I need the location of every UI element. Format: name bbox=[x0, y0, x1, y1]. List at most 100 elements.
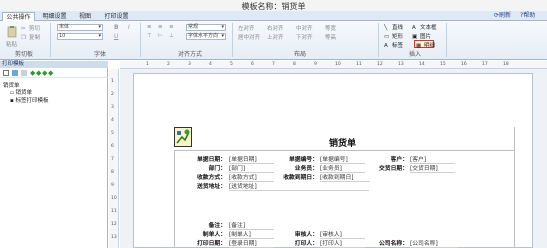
layout-item[interactable]: 等高 bbox=[325, 33, 336, 41]
layout-item[interactable]: 上对齐 bbox=[267, 33, 284, 41]
scissors-icon: ✂ bbox=[21, 25, 26, 32]
cut-button[interactable]: ✂ 剪切 bbox=[21, 24, 40, 33]
separator bbox=[378, 23, 379, 57]
image-icon: ▣ bbox=[412, 33, 418, 40]
font-size-select[interactable]: 10 ▾ bbox=[57, 33, 103, 40]
ruler-tick: 1 bbox=[111, 79, 114, 84]
paste-label: 粘贴 bbox=[6, 42, 18, 48]
ruler-tick: 3 bbox=[111, 105, 114, 110]
ruler-tick: 9 bbox=[314, 62, 317, 67]
field-label: 打印人： bbox=[294, 241, 318, 247]
paste-label-box: 粘贴 bbox=[6, 40, 17, 48]
direction-select[interactable]: 字体水平方向 ▾ bbox=[186, 33, 226, 40]
layout-item[interactable]: 左对齐 bbox=[238, 24, 255, 32]
ruler-tick: 6 bbox=[251, 62, 254, 67]
font-name-select[interactable]: 宋体 ▾ bbox=[57, 24, 103, 31]
help-button[interactable]: ?帮助 bbox=[520, 12, 535, 20]
textbox-label: 文本框 bbox=[420, 25, 437, 31]
layout-item[interactable]: 右对齐 bbox=[267, 24, 284, 32]
field-label: 收款方式： bbox=[197, 175, 226, 181]
insert-image-button[interactable]: ▣ 图片 bbox=[412, 32, 431, 41]
folder-icon[interactable] bbox=[12, 70, 18, 76]
tab-detail-settings[interactable]: 明细设置 bbox=[38, 12, 71, 21]
style-select[interactable]: 常规 ▾ bbox=[186, 24, 226, 31]
insert-textbox-button[interactable]: A 文本框 bbox=[412, 23, 437, 32]
tree-item[interactable]: ▪ 标签打印模板 bbox=[10, 96, 49, 104]
align-top-icon[interactable]: ⊤ bbox=[147, 33, 152, 39]
ruler-tick: 18 bbox=[503, 62, 509, 67]
align-center-icon[interactable]: ≡ bbox=[158, 24, 163, 30]
insert-rect-button[interactable]: ▭ 矩形 bbox=[384, 32, 404, 41]
arrow-left-icon[interactable]: ◆ bbox=[42, 69, 47, 77]
field-label: 审核人： bbox=[294, 232, 318, 238]
field-value[interactable]: [送货地址] bbox=[229, 181, 369, 191]
field-label: 公司名称： bbox=[379, 241, 408, 247]
new-icon[interactable] bbox=[3, 70, 9, 76]
copy-label: 复制 bbox=[29, 35, 41, 41]
ruler-tick: 12 bbox=[377, 62, 383, 67]
arrow-down-icon[interactable]: ◆ bbox=[36, 69, 41, 77]
underline-button[interactable]: U bbox=[114, 33, 118, 40]
field-label: 单据编号： bbox=[289, 157, 318, 163]
layout-item[interactable]: 居中对齐 bbox=[238, 33, 260, 41]
italic-button[interactable]: I bbox=[128, 24, 130, 31]
tree-item-label: 标签打印模板 bbox=[15, 98, 49, 104]
layout-item[interactable]: 等宽 bbox=[325, 24, 336, 32]
refresh-button[interactable]: ⟳刷新 bbox=[494, 12, 511, 20]
layout-item[interactable]: 中对齐 bbox=[296, 24, 313, 32]
rect-label: 矩形 bbox=[392, 34, 404, 40]
layout-group-label: 布局 bbox=[293, 51, 306, 58]
document-title[interactable]: 销货单 bbox=[329, 136, 356, 149]
horizontal-ruler: 1 2 3 4 5 6 7 8 9 10 11 12 13 14 15 16 17 18 bbox=[120, 61, 547, 69]
ruler-tick: 2 bbox=[111, 92, 114, 97]
delete-icon[interactable] bbox=[21, 70, 27, 76]
tree-item[interactable]: ▫ 销货单 bbox=[10, 88, 32, 96]
arrow-up-icon[interactable]: ◆ bbox=[30, 69, 35, 77]
ruler-tick: 14 bbox=[419, 62, 425, 67]
separator bbox=[140, 23, 141, 57]
ruler-tick: 5 bbox=[230, 62, 233, 67]
tab-print-settings[interactable]: 打印设置 bbox=[100, 12, 133, 21]
ruler-tick: 8 bbox=[293, 62, 296, 67]
page-paper[interactable]: 销货单 单据日期： [单据日期] 单据编号： [单据编号] 客户： [客户] 部… bbox=[133, 73, 533, 248]
insert-group-label: 插入 bbox=[408, 51, 421, 58]
arrow-right-icon[interactable]: ◆ bbox=[48, 69, 53, 77]
ruler-tick: 1 bbox=[146, 62, 149, 67]
align-right-icon[interactable]: ≡ bbox=[169, 24, 174, 30]
field-label: 业务员： bbox=[294, 166, 318, 172]
tab-view[interactable]: 视图 bbox=[74, 12, 96, 21]
field-value[interactable]: [公司名称] bbox=[410, 238, 458, 248]
ruler-tick: 3 bbox=[188, 62, 191, 67]
field-value[interactable]: [交货日期] bbox=[410, 163, 455, 173]
align-left-icon[interactable]: ≡ bbox=[147, 24, 152, 30]
bold-button[interactable]: B bbox=[114, 24, 119, 31]
field-value[interactable]: [登录日期] bbox=[229, 238, 274, 248]
copy-button[interactable]: ❐ 复制 bbox=[21, 33, 41, 42]
paste-button[interactable] bbox=[6, 26, 18, 40]
separator bbox=[446, 23, 447, 57]
insert-detail-button[interactable]: ▦ 明细 bbox=[416, 41, 435, 50]
title-bar: 模板名称：销货单 bbox=[0, 0, 547, 11]
field-label: 制单人： bbox=[202, 232, 226, 238]
ruler-tick: 7 bbox=[272, 62, 275, 67]
ruler-tick: 13 bbox=[398, 62, 404, 67]
align-group-label: 对齐方式 bbox=[177, 51, 202, 58]
tab-common[interactable]: 公共操作 bbox=[2, 12, 35, 21]
align-middle-icon[interactable]: ⊢ bbox=[158, 33, 163, 39]
ruler-tick: 4 bbox=[209, 62, 212, 67]
logo-image[interactable] bbox=[174, 127, 192, 147]
insert-label-button[interactable]: A 标签 bbox=[384, 41, 403, 50]
ruler-tick: 17 bbox=[482, 62, 488, 67]
chevron-down-icon: ▾ bbox=[221, 33, 224, 39]
line-icon: ╲ bbox=[384, 24, 388, 31]
field-value[interactable]: [打印人] bbox=[320, 238, 365, 248]
layout-item[interactable]: 下对齐 bbox=[296, 33, 313, 41]
insert-line-button[interactable]: ╲ 直线 bbox=[384, 23, 403, 32]
help-label: 帮助 bbox=[523, 12, 536, 19]
design-canvas[interactable]: 销货单 单据日期： [单据日期] 单据编号： [单据编号] 客户： [客户] 部… bbox=[120, 69, 547, 248]
ruler-tick: 16 bbox=[461, 62, 467, 67]
align-bottom-icon[interactable]: ⊥ bbox=[169, 33, 174, 39]
ruler-tick: 10 bbox=[335, 62, 341, 67]
ruler-tick: 11 bbox=[111, 209, 117, 214]
table-icon: ▦ bbox=[416, 42, 422, 49]
